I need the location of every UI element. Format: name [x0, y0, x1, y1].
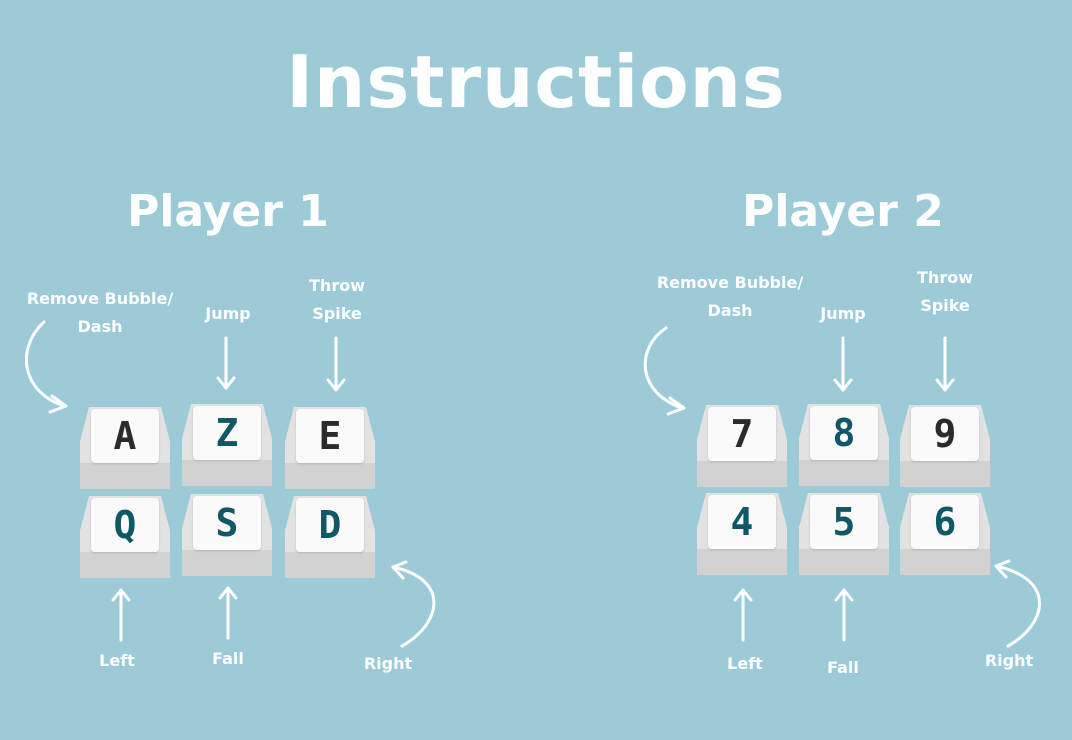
p1-remove-bubble-arrow-icon: [24, 320, 68, 414]
p2-remove-bubble-arrow-icon: [643, 326, 686, 416]
p1-fall-arrow-icon: [218, 586, 238, 640]
p1-jump-arrow-icon: [216, 336, 236, 390]
p1-throw-arrow-icon: [326, 336, 346, 392]
p2-throw-arrow-icon: [935, 336, 955, 392]
p1-right-arrow-icon: [391, 560, 436, 648]
p2-jump-arrow-icon: [833, 336, 853, 392]
arrows-layer: [24, 320, 1041, 648]
p2-fall-arrow-icon: [834, 588, 854, 642]
p1-left-arrow-icon: [111, 588, 131, 642]
p2-left-arrow-icon: [733, 588, 753, 642]
p2-right-arrow-icon: [994, 559, 1041, 648]
